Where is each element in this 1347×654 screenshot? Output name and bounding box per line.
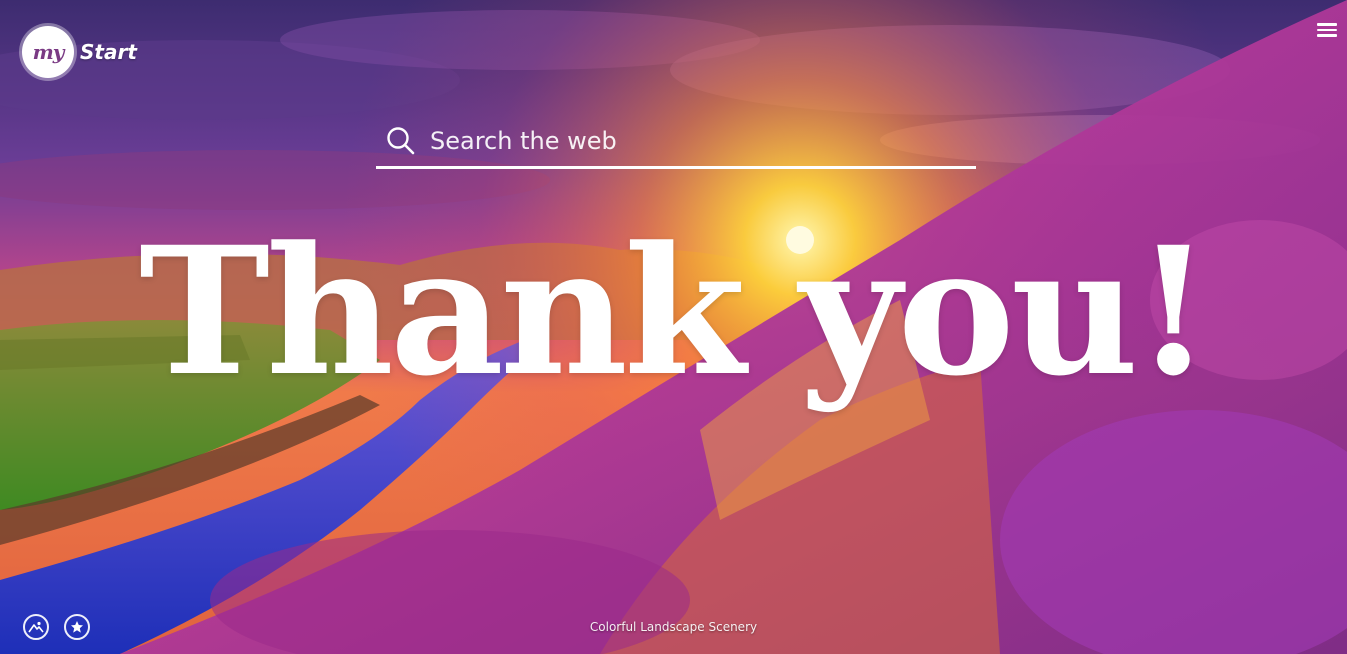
menu-bar [1317,28,1337,31]
search-input[interactable] [416,118,976,164]
search-icon[interactable] [386,126,416,156]
hamburger-menu-icon[interactable] [1317,20,1337,38]
logo-badge-text: my [32,40,65,64]
menu-bar [1317,34,1337,37]
mystart-logo[interactable]: my Start [22,26,137,78]
logo-badge: my [22,26,74,78]
background-caption[interactable]: Colorful Landscape Scenery [0,620,1347,634]
menu-bar [1317,23,1337,26]
logo-name: Start [80,40,137,64]
thank-you-headline: Thank you! [138,208,1212,415]
search-bar [376,116,976,169]
